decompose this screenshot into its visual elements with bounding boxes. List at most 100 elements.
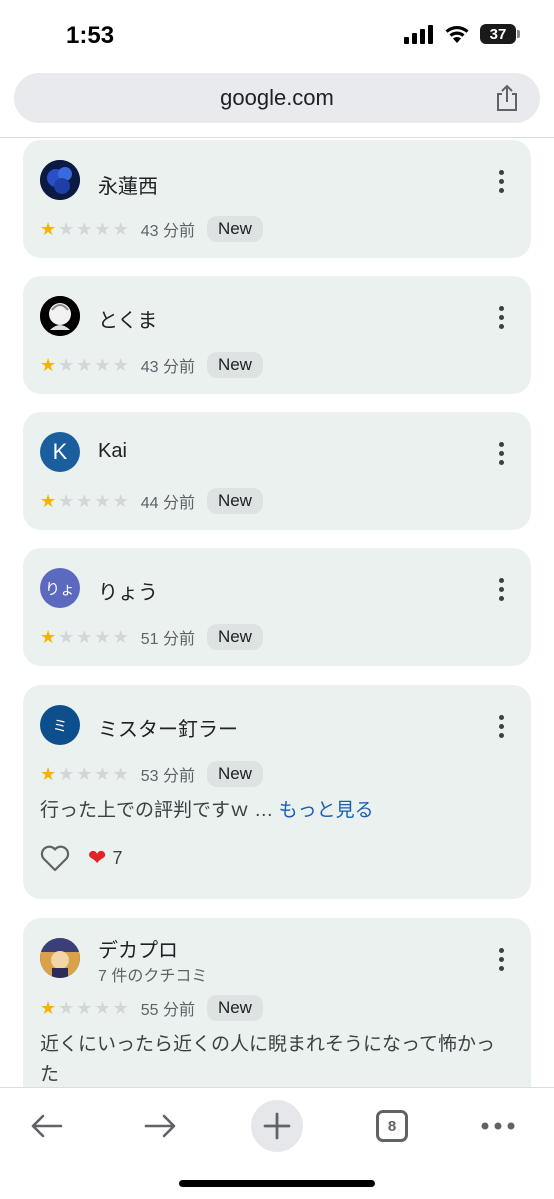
review-time: 53 分前 bbox=[140, 768, 195, 785]
star-rating: ★ ★ ★ ★ ★ bbox=[40, 220, 129, 238]
star-icon: ★ bbox=[76, 491, 93, 511]
tab-switcher-button[interactable]: 8 bbox=[370, 1104, 414, 1148]
more-horizontal-icon bbox=[481, 1122, 515, 1130]
star-icon: ★ bbox=[40, 219, 57, 239]
status-time: 1:53 bbox=[66, 22, 115, 49]
review-text: 行った上での評判ですｗ … もっと見る bbox=[40, 796, 513, 826]
new-tab-button[interactable] bbox=[251, 1100, 303, 1152]
arrow-left-icon bbox=[31, 1114, 63, 1138]
reviewer-name[interactable]: とくま bbox=[98, 304, 157, 333]
avatar[interactable] bbox=[40, 296, 80, 336]
share-icon[interactable] bbox=[494, 84, 520, 112]
more-options-icon[interactable] bbox=[497, 715, 505, 738]
star-rating: ★ ★ ★ ★ ★ bbox=[40, 356, 129, 374]
avatar[interactable]: ミ bbox=[40, 705, 80, 745]
star-icon: ★ bbox=[76, 627, 93, 647]
rating-row: ★ ★ ★ ★ ★ 51 分前 New bbox=[40, 624, 263, 650]
wifi-icon bbox=[445, 26, 469, 43]
home-indicator[interactable] bbox=[179, 1180, 375, 1187]
star-icon: ★ bbox=[58, 219, 75, 239]
star-icon: ★ bbox=[58, 355, 75, 375]
reviewer-name[interactable]: ミスター釘ラー bbox=[98, 713, 238, 742]
review-time: 43 分前 bbox=[140, 359, 195, 376]
more-options-icon[interactable] bbox=[497, 170, 505, 193]
star-icon: ★ bbox=[76, 998, 93, 1018]
star-icon: ★ bbox=[112, 219, 129, 239]
cellular-signal-icon bbox=[404, 25, 433, 44]
review-time: 51 分前 bbox=[140, 631, 195, 648]
star-icon: ★ bbox=[94, 219, 111, 239]
review-card: とくま ★ ★ ★ ★ ★ 43 分前 New bbox=[23, 276, 531, 394]
review-card: デカプロ 7 件のクチコミ ★ ★ ★ ★ ★ 55 分前 New 近くにいった… bbox=[23, 918, 531, 1088]
rating-row: ★ ★ ★ ★ ★ 55 分前 New bbox=[40, 995, 263, 1021]
reaction-row: ❤ 7 bbox=[40, 844, 122, 872]
star-icon: ★ bbox=[112, 764, 129, 784]
star-icon: ★ bbox=[76, 219, 93, 239]
status-icons: 37 bbox=[404, 24, 520, 44]
avatar-photo-icon bbox=[40, 160, 80, 200]
more-options-icon[interactable] bbox=[497, 306, 505, 329]
review-text-body: 行った上での評判ですｗ … bbox=[40, 800, 279, 821]
review-card: K Kai ★ ★ ★ ★ ★ 44 分前 New bbox=[23, 412, 531, 530]
new-badge: New bbox=[206, 995, 263, 1021]
star-rating: ★ ★ ★ ★ ★ bbox=[40, 765, 129, 783]
reaction-count: 7 bbox=[112, 847, 123, 868]
star-icon: ★ bbox=[40, 627, 57, 647]
star-icon: ★ bbox=[94, 355, 111, 375]
star-icon: ★ bbox=[58, 627, 75, 647]
review-card: 永蓮西 ★ ★ ★ ★ ★ 43 分前 New bbox=[23, 140, 531, 258]
avatar-letter: K bbox=[52, 439, 68, 464]
star-icon: ★ bbox=[112, 627, 129, 647]
more-options-icon[interactable] bbox=[497, 948, 505, 971]
avatar-letter: りょ bbox=[44, 580, 75, 598]
star-icon: ★ bbox=[94, 491, 111, 511]
rating-row: ★ ★ ★ ★ ★ 53 分前 New bbox=[40, 761, 263, 787]
like-heart-icon[interactable] bbox=[40, 844, 70, 872]
reviewer-name[interactable]: 永蓮西 bbox=[98, 170, 158, 199]
avatar[interactable]: K bbox=[40, 432, 80, 472]
avatar-letter: ミ bbox=[52, 717, 68, 735]
more-options-icon[interactable] bbox=[497, 578, 505, 601]
review-time: 44 分前 bbox=[140, 495, 195, 512]
new-badge: New bbox=[206, 761, 263, 787]
star-icon: ★ bbox=[58, 764, 75, 784]
star-icon: ★ bbox=[76, 355, 93, 375]
avatar[interactable] bbox=[40, 938, 80, 978]
arrow-right-icon bbox=[144, 1114, 176, 1138]
star-icon: ★ bbox=[112, 998, 129, 1018]
forward-button[interactable] bbox=[139, 1104, 183, 1148]
reviewer-name[interactable]: Kai bbox=[98, 440, 127, 463]
reviewer-name[interactable]: デカプロ bbox=[98, 934, 178, 963]
star-icon: ★ bbox=[112, 491, 129, 511]
menu-button[interactable] bbox=[476, 1104, 520, 1148]
back-button[interactable] bbox=[24, 1104, 68, 1148]
new-badge: New bbox=[206, 216, 263, 242]
avatar-illustration-icon bbox=[40, 296, 80, 336]
star-rating: ★ ★ ★ ★ ★ bbox=[40, 628, 129, 646]
reviewer-review-count[interactable]: 7 件のクチコミ bbox=[98, 962, 207, 986]
new-badge: New bbox=[206, 352, 263, 378]
status-bar: 1:53 37 bbox=[0, 0, 554, 70]
star-icon: ★ bbox=[112, 355, 129, 375]
star-icon: ★ bbox=[40, 998, 57, 1018]
star-icon: ★ bbox=[94, 998, 111, 1018]
plus-icon bbox=[263, 1112, 291, 1140]
star-rating: ★ ★ ★ ★ ★ bbox=[40, 999, 129, 1017]
show-more-link[interactable]: もっと見る bbox=[279, 800, 374, 821]
new-badge: New bbox=[206, 488, 263, 514]
review-time: 43 分前 bbox=[140, 223, 195, 240]
more-options-icon[interactable] bbox=[497, 442, 505, 465]
tab-count: 8 bbox=[376, 1110, 408, 1142]
rating-row: ★ ★ ★ ★ ★ 43 分前 New bbox=[40, 352, 263, 378]
battery-indicator: 37 bbox=[480, 24, 520, 44]
star-icon: ★ bbox=[40, 764, 57, 784]
review-card: ミ ミスター釘ラー ★ ★ ★ ★ ★ 53 分前 New 行った上での評判です… bbox=[23, 685, 531, 899]
reviews-list[interactable]: 永蓮西 ★ ★ ★ ★ ★ 43 分前 New とくま ★ ★ ★ ★ ★ 43… bbox=[0, 138, 554, 1088]
avatar[interactable] bbox=[40, 160, 80, 200]
avatar-character-icon bbox=[40, 938, 80, 978]
address-bar[interactable]: google.com bbox=[14, 73, 540, 123]
url-text[interactable]: google.com bbox=[14, 85, 540, 111]
reviewer-name[interactable]: りょう bbox=[98, 576, 158, 605]
star-rating: ★ ★ ★ ★ ★ bbox=[40, 492, 129, 510]
avatar[interactable]: りょ bbox=[40, 568, 80, 608]
